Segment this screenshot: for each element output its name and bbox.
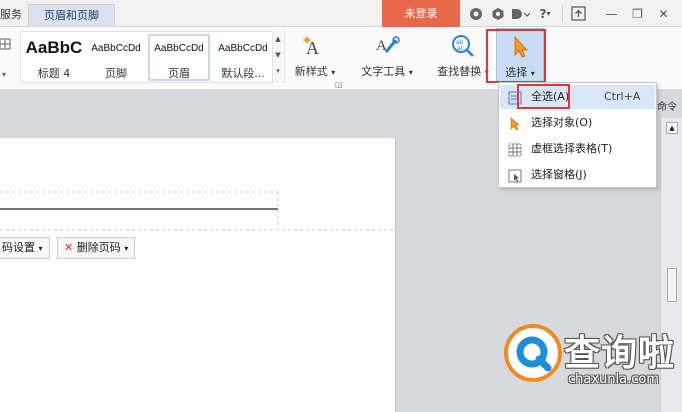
text-tools-button[interactable]: A 文字工具 ▾ bbox=[354, 30, 420, 82]
close-label: ✕ bbox=[658, 6, 669, 21]
style-name: 标题 4 bbox=[37, 67, 71, 80]
style-preview: AaBbC bbox=[25, 38, 83, 57]
document-page[interactable] bbox=[0, 138, 396, 412]
close-icon[interactable]: ✕ bbox=[656, 6, 671, 21]
find-replace-label: 查找替换 ▾ bbox=[437, 65, 489, 78]
style-default-paragraph[interactable]: AaBbCcDd 默认段... bbox=[212, 34, 274, 81]
delete-page-number-label: 删除页码 bbox=[76, 241, 121, 254]
find-replace-icon: ab ac bbox=[450, 34, 476, 58]
new-style-icon: A bbox=[302, 34, 328, 58]
watermark-url: chaxunla.com bbox=[568, 372, 659, 387]
style-gallery-scroller[interactable]: ▲ ▼ ▾ bbox=[272, 31, 283, 83]
delete-x-icon: ✕ bbox=[64, 241, 74, 254]
site-watermark: 查询啦 chaxunla.com bbox=[500, 322, 676, 398]
text-tools-icon: A bbox=[374, 34, 400, 58]
restore-label: ❐ bbox=[632, 6, 643, 21]
help-icon[interactable]: ? ▾ bbox=[535, 6, 555, 21]
watermark-title: 查询啦 bbox=[564, 333, 676, 374]
skin-icon[interactable] bbox=[468, 6, 483, 21]
user-dropdown-icon[interactable] bbox=[510, 6, 530, 21]
scroll-thumb[interactable] bbox=[667, 268, 677, 302]
watermark-logo-icon bbox=[504, 324, 562, 382]
command-side-label: 命令 bbox=[657, 102, 677, 113]
selection-pane-icon bbox=[508, 168, 522, 183]
scroll-up-icon[interactable]: ▲ bbox=[666, 122, 678, 134]
ribbon-left-fragment-icon[interactable]: ▾ bbox=[0, 33, 14, 79]
svg-text:ac: ac bbox=[457, 45, 464, 52]
help-label: ? bbox=[539, 6, 547, 21]
style-preview: AaBbCcDd bbox=[91, 43, 141, 54]
top-tab-bar: 服务 页眉和页脚 未登录 ? ▾ — ❐ ✕ bbox=[0, 0, 682, 27]
select-button-callout bbox=[486, 29, 546, 83]
minimize-label: — bbox=[605, 6, 618, 21]
header-region-guides bbox=[0, 191, 396, 231]
style-name: 默认段... bbox=[221, 67, 265, 80]
select-objects-label: 选择对象(O) bbox=[531, 116, 593, 129]
text-tools-label: 文字工具 ▾ bbox=[361, 65, 413, 78]
restore-icon[interactable]: ❐ bbox=[630, 6, 645, 21]
new-style-label: 新样式 ▾ bbox=[294, 65, 336, 78]
menu-item-marquee-select-table[interactable]: 虚框选择表格(T) bbox=[500, 137, 655, 161]
select-all-callout bbox=[517, 84, 570, 109]
topbar-divider bbox=[562, 5, 563, 22]
marquee-select-table-label: 虚框选择表格(T) bbox=[531, 142, 613, 155]
settings-icon[interactable] bbox=[490, 6, 505, 21]
delete-page-number-button[interactable]: ✕ 删除页码 ▾ bbox=[57, 237, 136, 259]
menu-item-selection-pane[interactable]: 选择窗格(J) bbox=[500, 163, 655, 187]
login-button[interactable]: 未登录 bbox=[382, 0, 460, 27]
arrow-cursor-icon bbox=[508, 116, 522, 131]
table-select-icon bbox=[508, 142, 522, 157]
style-preview: AaBbCcDd bbox=[218, 43, 268, 54]
minimize-icon[interactable]: — bbox=[604, 6, 619, 21]
new-style-text: 新样式 bbox=[294, 65, 328, 78]
select-all-shortcut: Ctrl+A bbox=[604, 90, 641, 103]
style-heading-4[interactable]: AaBbC 标题 4 bbox=[23, 34, 85, 81]
tab-header-footer[interactable]: 页眉和页脚 bbox=[28, 4, 115, 26]
collapse-ribbon-icon[interactable] bbox=[571, 6, 586, 21]
selection-pane-label: 选择窗格(J) bbox=[531, 168, 587, 181]
style-preview: AaBbCcDd bbox=[154, 43, 204, 54]
style-footer[interactable]: AaBbCcDd 页脚 bbox=[85, 34, 147, 81]
text-tools-text: 文字工具 bbox=[361, 65, 406, 78]
svg-text:▾: ▾ bbox=[2, 70, 6, 77]
page-number-settings-label: 码设置 bbox=[2, 241, 35, 254]
style-name: 页眉 bbox=[168, 67, 190, 80]
style-header[interactable]: AaBbCcDd 页眉 bbox=[148, 34, 210, 81]
ribbon: ▾ AaBbC 标题 4 AaBbCcDd 页脚 AaBbCcDd 页眉 AaB… bbox=[0, 27, 682, 90]
style-gallery[interactable]: AaBbC 标题 4 AaBbCcDd 页脚 AaBbCcDd 页眉 AaBbC… bbox=[20, 31, 285, 83]
svg-text:A: A bbox=[376, 38, 387, 54]
style-name: 页脚 bbox=[105, 67, 127, 80]
styles-dialog-launcher-icon[interactable]: ◲ bbox=[335, 80, 343, 89]
find-replace-button[interactable]: ab ac 查找替换 ▾ bbox=[432, 30, 494, 82]
find-replace-text: 查找替换 bbox=[437, 65, 482, 78]
page-number-settings-button[interactable]: 码设置 ▾ bbox=[0, 237, 50, 259]
tab-services[interactable]: 服务 bbox=[0, 4, 24, 26]
new-style-button[interactable]: A 新样式 ▾ bbox=[288, 30, 342, 82]
menu-item-select-objects[interactable]: 选择对象(O) bbox=[500, 111, 655, 135]
